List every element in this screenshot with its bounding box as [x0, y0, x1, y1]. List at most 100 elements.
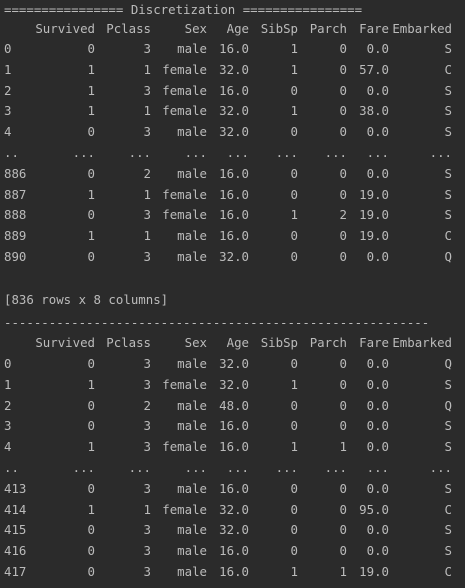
- cell-pclass: 1: [143, 228, 151, 244]
- cell-fare: ...: [366, 145, 389, 160]
- console-output: ================ Discretization ========…: [0, 0, 465, 588]
- cell-fare: 0.0: [366, 41, 389, 56]
- table-row: 889 1 1 male 16.0 0 0 19.0 C: [0, 226, 465, 247]
- cell-fare: 0.0: [366, 397, 389, 413]
- table-row: 415 0 3 male 32.0 0 0 0.0 S: [0, 520, 465, 541]
- table-row: 4 1 3 female 16.0 1 1 0.0 S: [0, 437, 465, 458]
- cell-parch: 0: [339, 543, 347, 559]
- cell-embarked: S: [444, 103, 452, 119]
- table-row: 413 0 3 male 16.0 0 0 0.0 S: [0, 479, 465, 500]
- cell-parch: 0: [339, 356, 347, 371]
- cell-index: ..: [4, 145, 19, 160]
- cell-age: 16.0: [219, 41, 249, 56]
- cell-pclass: 2: [143, 397, 151, 413]
- cell-survived: 1: [87, 186, 95, 202]
- cell-age: ...: [226, 460, 249, 475]
- column-header-fare: Fare: [359, 21, 389, 36]
- cell-embarked: S: [444, 418, 452, 434]
- table1-header-row: Survived Pclass Sex Age SibSp Parch Fare Embark…: [0, 19, 465, 40]
- cell-fare: ...: [366, 460, 389, 475]
- cell-index: 3: [4, 418, 12, 434]
- cell-pclass: 3: [143, 439, 151, 455]
- cell-sex: female: [162, 207, 207, 223]
- cell-sibsp: 0: [290, 480, 298, 496]
- column-header-fare: Fare: [359, 335, 389, 350]
- cell-index: 890: [4, 249, 27, 264]
- column-header-age: Age: [226, 335, 249, 350]
- cell-parch: 0: [339, 501, 347, 517]
- column-header-sex: Sex: [184, 21, 207, 36]
- cell-index: 888: [4, 207, 27, 223]
- cell-pclass: 3: [143, 418, 151, 434]
- cell-pclass: 1: [143, 186, 151, 202]
- cell-pclass: 3: [143, 41, 151, 56]
- cell-fare: 95.0: [359, 501, 389, 517]
- cell-index: 3: [4, 103, 12, 119]
- cell-index: 1: [4, 376, 12, 392]
- cell-age: 16.0: [219, 207, 249, 223]
- cell-embarked: ...: [429, 460, 452, 475]
- cell-age: 32.0: [219, 124, 249, 140]
- cell-index: 414: [4, 501, 27, 517]
- cell-age: 16.0: [219, 165, 249, 181]
- cell-index: 4: [4, 439, 12, 455]
- cell-sex: male: [177, 356, 207, 371]
- cell-sibsp: 0: [290, 356, 298, 371]
- cell-survived: 0: [87, 165, 95, 181]
- cell-parch: 0: [339, 124, 347, 140]
- cell-age: 32.0: [219, 61, 249, 77]
- cell-sibsp: 0: [290, 522, 298, 538]
- table-row: 416 0 3 male 16.0 0 0 0.0 S: [0, 541, 465, 562]
- cell-embarked: Q: [444, 356, 452, 371]
- cell-sex: male: [177, 397, 207, 413]
- cell-pclass: 3: [143, 522, 151, 538]
- cell-embarked: S: [444, 543, 452, 559]
- cell-survived: ...: [72, 460, 95, 475]
- cell-sex: male: [177, 249, 207, 264]
- cell-sex: male: [177, 124, 207, 140]
- cell-sibsp: 1: [290, 207, 298, 223]
- table-row: ..........................: [0, 143, 465, 164]
- cell-index: 417: [4, 564, 27, 579]
- cell-age: 16.0: [219, 439, 249, 455]
- cell-parch: 0: [339, 61, 347, 77]
- cell-sibsp: 0: [290, 418, 298, 434]
- cell-index: 413: [4, 480, 27, 496]
- cell-fare: 0.0: [366, 418, 389, 434]
- cell-embarked: C: [444, 501, 452, 517]
- table-row: 0 0 3 male 16.0 1 0 0.0 S: [0, 39, 465, 60]
- cell-age: 32.0: [219, 103, 249, 119]
- cell-parch: ...: [324, 460, 347, 475]
- cell-sex: male: [177, 165, 207, 181]
- column-header-embarked: Embarked: [392, 21, 452, 36]
- cell-sex: female: [162, 376, 207, 392]
- cell-survived: 1: [87, 82, 95, 98]
- cell-embarked: S: [444, 165, 452, 181]
- cell-sibsp: 0: [290, 124, 298, 140]
- cell-age: 16.0: [219, 186, 249, 202]
- cell-sex: female: [162, 439, 207, 455]
- cell-sex: female: [162, 186, 207, 202]
- cell-fare: 0.0: [366, 439, 389, 455]
- column-header-embarked: Embarked: [392, 335, 452, 350]
- cell-embarked: S: [444, 376, 452, 392]
- table-row: 2 0 2 male 48.0 0 0 0.0 Q: [0, 396, 465, 417]
- summary-line: [836 rows x 8 columns]: [4, 292, 169, 307]
- cell-survived: 1: [87, 103, 95, 119]
- cell-pclass: 3: [143, 207, 151, 223]
- cell-parch: 0: [339, 103, 347, 119]
- table-row: 3 0 3 male 16.0 0 0 0.0 S: [0, 416, 465, 437]
- cell-survived: 1: [87, 228, 95, 244]
- cell-survived: 0: [87, 480, 95, 496]
- table-row: ..........................: [0, 458, 465, 479]
- cell-age: ...: [226, 145, 249, 160]
- cell-embarked: C: [444, 564, 452, 579]
- cell-embarked: S: [444, 522, 452, 538]
- cell-pclass: 3: [143, 82, 151, 98]
- cell-fare: 19.0: [359, 186, 389, 202]
- cell-pclass: 3: [143, 356, 151, 371]
- table-row: 4 0 3 male 32.0 0 0 0.0 S: [0, 122, 465, 143]
- table-row: 890 0 3 male 32.0 0 0 0.0 Q: [0, 247, 465, 268]
- cell-embarked: C: [444, 61, 452, 77]
- cell-sibsp: 1: [290, 376, 298, 392]
